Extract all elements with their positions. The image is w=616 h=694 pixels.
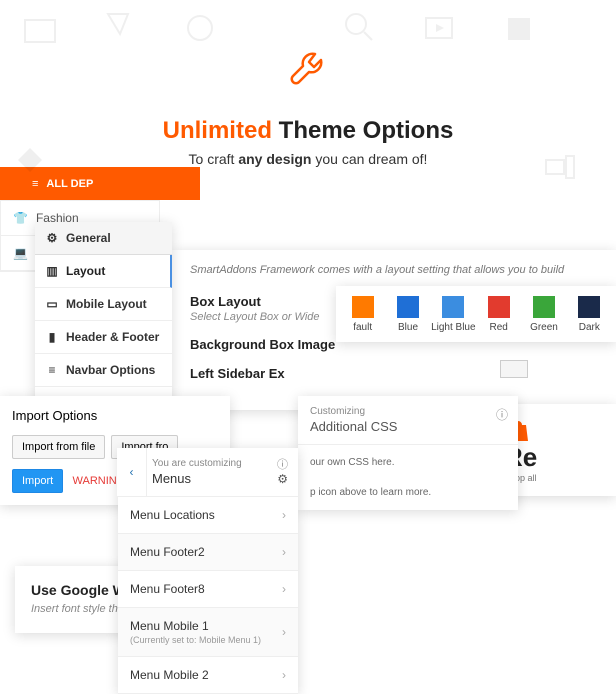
addcss-body[interactable]: our own CSS here. p icon above to learn … [298, 445, 518, 510]
swatch-default[interactable]: fault [340, 296, 385, 333]
layout-icon: ▥ [45, 264, 59, 278]
settings-icon[interactable]: ⚙ [277, 472, 288, 486]
swatch-light-blue[interactable]: Light Blue [431, 296, 476, 333]
settings-tabs: ⚙General ▥Layout ▭Mobile Layout ▮Header … [35, 222, 172, 420]
chevron-right-icon: › [282, 668, 286, 682]
swatch-dark[interactable]: Dark [567, 296, 612, 333]
left-sidebar-title: Left Sidebar Ex [190, 366, 598, 381]
layout-note: SmartAddons Framework comes with a layou… [190, 264, 598, 276]
header-icon: ▮ [45, 330, 59, 344]
menu-mobile2-item[interactable]: Menu Mobile 2› [118, 657, 298, 694]
swatch-blue[interactable]: Blue [385, 296, 430, 333]
customizer-menus-panel: ‹ You are customizing Menus ⓘ ⚙ Menu Loc… [118, 448, 298, 694]
page-title: Unlimited Theme Options [0, 117, 616, 145]
color-swatches: fault Blue Light Blue Red Green Dark [336, 286, 616, 342]
swatch-green[interactable]: Green [521, 296, 566, 333]
chevron-right-icon: › [282, 508, 286, 522]
addcss-title: Additional CSS [310, 419, 506, 434]
additional-css-panel: Customizing Additional CSS ⓘ our own CSS… [298, 396, 518, 510]
menu-locations-item[interactable]: Menu Locations› [118, 497, 298, 534]
menu-footer8-item[interactable]: Menu Footer8› [118, 571, 298, 608]
gear-icon: ⚙ [45, 231, 59, 245]
swatch-red[interactable]: Red [476, 296, 521, 333]
wrench-icon [285, 48, 331, 99]
mobile-icon: ▭ [45, 297, 59, 311]
customizer-title: Menus [152, 471, 286, 486]
tab-header-footer[interactable]: ▮Header & Footer [35, 321, 172, 354]
navbar-icon: ≡ [45, 363, 59, 377]
tab-mobile-layout[interactable]: ▭Mobile Layout [35, 288, 172, 321]
tab-general[interactable]: ⚙General [35, 222, 172, 255]
addcss-context: Customizing [310, 406, 506, 417]
menu-mobile1-item[interactable]: Menu Mobile 1(Currently set to: Mobile M… [118, 608, 298, 657]
tab-navbar-options[interactable]: ≡Navbar Options [35, 354, 172, 387]
back-button[interactable]: ‹ [117, 448, 147, 496]
page-subtitle: To craft any design you can dream of! [0, 151, 616, 167]
chevron-right-icon: › [282, 625, 286, 639]
bg-image-control[interactable] [500, 360, 528, 378]
chevron-right-icon: › [282, 582, 286, 596]
customizer-context: You are customizing [152, 458, 286, 469]
menu-footer2-item[interactable]: Menu Footer2› [118, 534, 298, 571]
import-title: Import Options [12, 408, 218, 423]
help-icon[interactable]: ⓘ [277, 456, 288, 472]
chevron-right-icon: › [282, 545, 286, 559]
import-button[interactable]: Import [12, 469, 63, 493]
help-icon[interactable]: ⓘ [496, 406, 508, 423]
import-from-file-button[interactable]: Import from file [12, 435, 105, 459]
tab-layout[interactable]: ▥Layout [35, 255, 172, 288]
